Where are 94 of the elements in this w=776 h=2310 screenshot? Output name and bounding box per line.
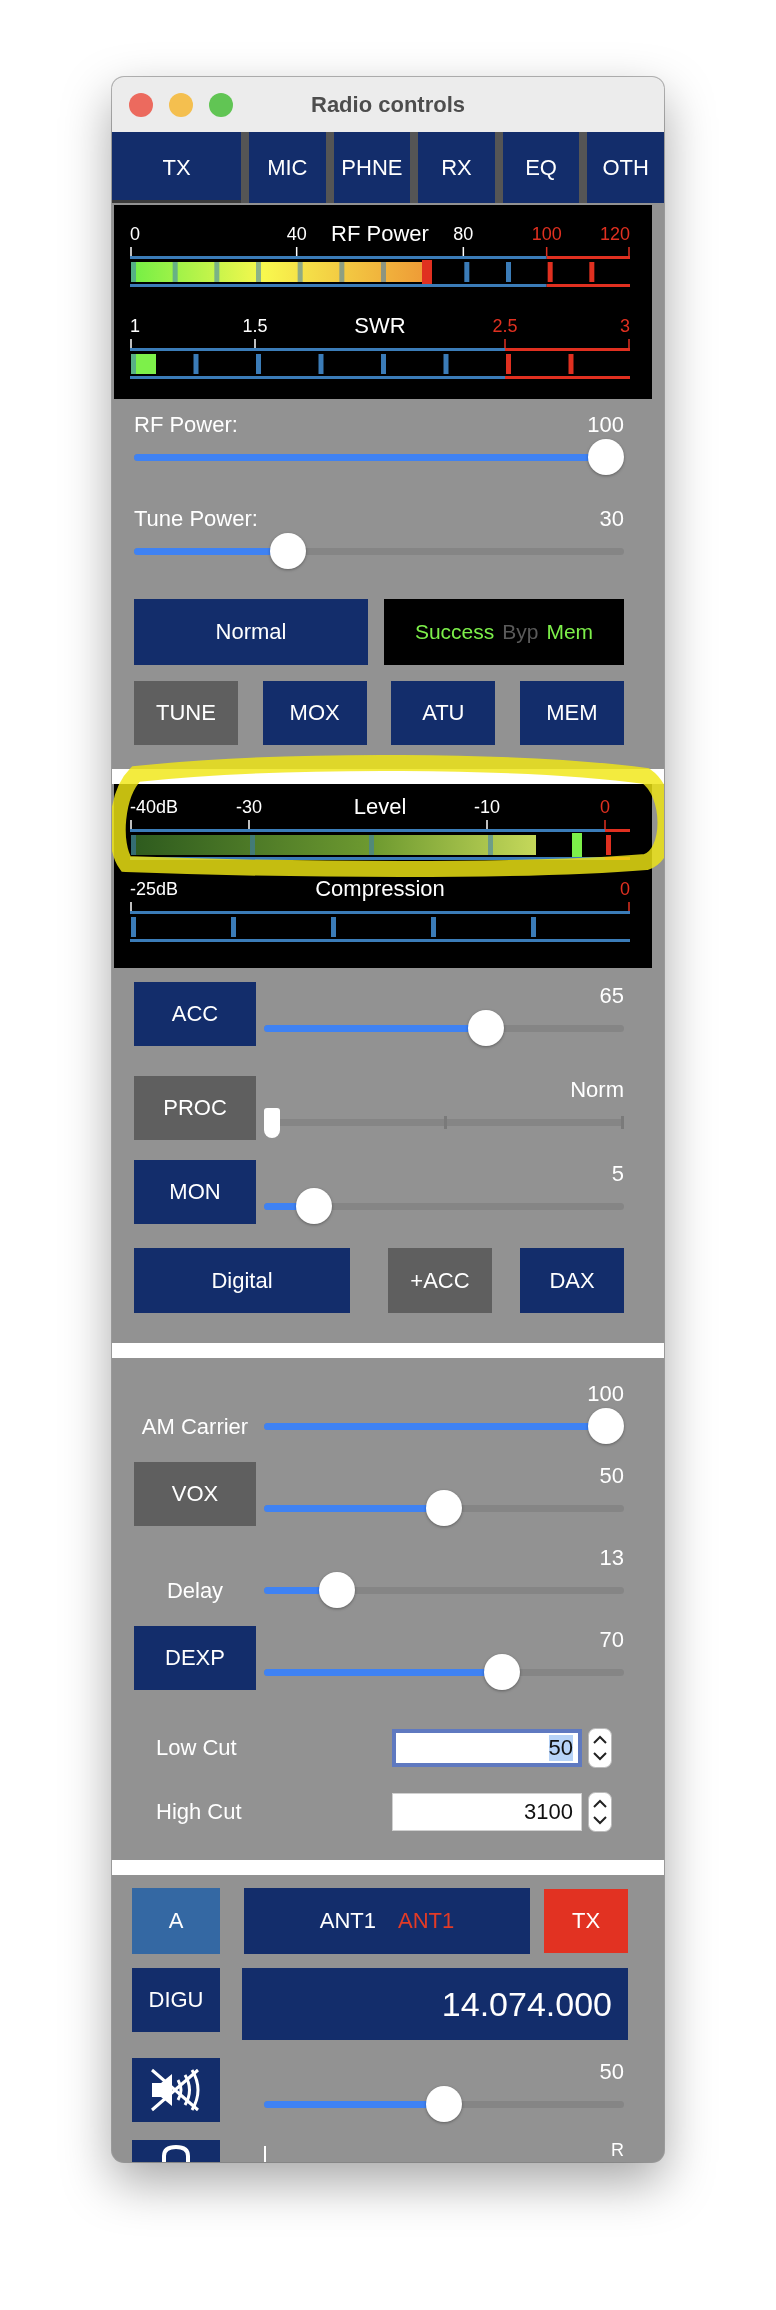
stepper-icon[interactable] <box>588 1728 612 1768</box>
slider[interactable] <box>264 1188 624 1224</box>
slider-value: 50 <box>598 1462 624 1490</box>
slider[interactable] <box>264 1408 624 1444</box>
slider-thumb[interactable] <box>588 1408 624 1444</box>
status-text: Byp <box>502 620 539 644</box>
tab[interactable]: EQ <box>502 132 580 203</box>
toggle-button[interactable]: Digital <box>134 1248 350 1313</box>
slider-label: Tune Power: <box>134 505 258 533</box>
slider-thumb[interactable] <box>426 1490 462 1526</box>
mute-button[interactable] <box>132 2058 220 2122</box>
slider-thumb[interactable] <box>296 1188 333 1224</box>
close-button[interactable] <box>129 92 153 117</box>
slider-value: 5 <box>610 1160 624 1188</box>
scale-label: -10 <box>474 796 500 818</box>
slider-value: 50 <box>598 2058 624 2086</box>
slider-value: 30 <box>599 505 624 533</box>
filter-label: Low Cut <box>155 1735 238 1761</box>
slider[interactable] <box>264 2086 624 2122</box>
slider-label: AM Carrier <box>140 1413 250 1441</box>
scale-label: 80 <box>453 223 474 245</box>
slider-thumb[interactable] <box>264 1108 280 1138</box>
slider-label: RF Power: <box>134 411 238 439</box>
scale-label: 1 <box>130 315 140 337</box>
slider[interactable] <box>134 533 624 569</box>
toggle-button[interactable]: MEM <box>519 681 624 745</box>
slider-value: Norm <box>569 1076 624 1104</box>
arc-icon <box>161 2144 191 2162</box>
scale-label: 0 <box>620 878 630 900</box>
tab[interactable]: MIC <box>249 132 326 203</box>
status-text: Mem <box>546 620 594 644</box>
toggle-button[interactable]: ATU <box>391 681 496 745</box>
toggle-button[interactable]: PROC <box>134 1076 256 1140</box>
tab[interactable]: TX <box>112 132 241 203</box>
slider-value: 100 <box>586 1380 624 1408</box>
scale-label: 120 <box>599 223 630 245</box>
scale-label: 100 <box>531 223 562 245</box>
meter-title: Compression <box>315 876 445 902</box>
slider-thumb[interactable] <box>270 533 307 569</box>
slider-thumb[interactable] <box>426 2086 462 2122</box>
status-text: Success <box>414 620 495 644</box>
slider-thumb[interactable] <box>484 1654 521 1690</box>
scale-label: 0 <box>600 796 610 818</box>
toggle-button[interactable]: MON <box>134 1160 256 1224</box>
number-field[interactable]: 3100 <box>392 1793 582 1831</box>
toggle-button[interactable]: TUNE <box>134 681 238 745</box>
mode-button[interactable]: Normal <box>134 599 368 665</box>
mode-button[interactable]: DIGU <box>132 1968 220 2032</box>
tab[interactable]: OTH <box>587 132 664 203</box>
meter-title: RF Power <box>331 221 429 247</box>
pan-label: R <box>611 2140 624 2160</box>
toggle-button[interactable]: +ACC <box>388 1248 492 1313</box>
scale-label: 0 <box>130 223 140 245</box>
slider[interactable] <box>264 1572 624 1608</box>
slider[interactable] <box>134 439 624 475</box>
slider-thumb[interactable] <box>468 1010 505 1046</box>
toggle-button[interactable]: DEXP <box>134 1626 256 1690</box>
slider[interactable] <box>264 1010 624 1046</box>
tab[interactable]: RX <box>418 132 495 203</box>
scale-label: 1.5 <box>242 315 268 337</box>
scale-label: -25dB <box>130 878 179 900</box>
slider-thumb[interactable] <box>588 439 624 475</box>
toggle-button[interactable]: DAX <box>520 1248 624 1313</box>
slider-value: 13 <box>598 1544 624 1572</box>
zoom-button[interactable] <box>209 92 233 117</box>
toggle-button[interactable]: MOX <box>262 681 367 745</box>
tab[interactable]: PHNE <box>333 132 411 203</box>
scale-label: -30 <box>236 796 262 818</box>
tx-button[interactable]: TX <box>544 1889 628 1953</box>
slider-thumb[interactable] <box>319 1572 356 1608</box>
slider-label: Delay <box>165 1577 225 1605</box>
toggle-button[interactable]: ACC <box>134 982 256 1046</box>
number-field[interactable]: 50 <box>392 1729 582 1767</box>
slider[interactable] <box>264 1654 624 1690</box>
pan-tick <box>264 2146 266 2162</box>
rx-antenna-label: ANT1 <box>319 1908 376 1934</box>
frequency-display[interactable]: 14.074.000 <box>242 1968 628 2040</box>
slider-value: 70 <box>598 1626 624 1654</box>
meter-title: SWR <box>354 313 406 339</box>
scale-label: 3 <box>620 315 630 337</box>
slider-value: 100 <box>587 411 624 439</box>
slice-button[interactable]: A <box>132 1888 220 1954</box>
toggle-button[interactable]: VOX <box>134 1462 256 1526</box>
filter-label: High Cut <box>155 1799 243 1825</box>
stepper-icon[interactable] <box>588 1792 612 1832</box>
scale-label: 40 <box>286 223 307 245</box>
antenna-button[interactable]: ANT1 ANT1 <box>244 1888 530 1954</box>
scale-label: 2.5 <box>492 315 518 337</box>
scale-label: -40dB <box>130 796 179 818</box>
meter-title: Level <box>353 794 407 820</box>
slider[interactable] <box>264 1490 624 1526</box>
tx-antenna-label: ANT1 <box>398 1908 455 1934</box>
window-title: Radio controls <box>311 91 465 118</box>
slider-value: 65 <box>598 982 624 1010</box>
